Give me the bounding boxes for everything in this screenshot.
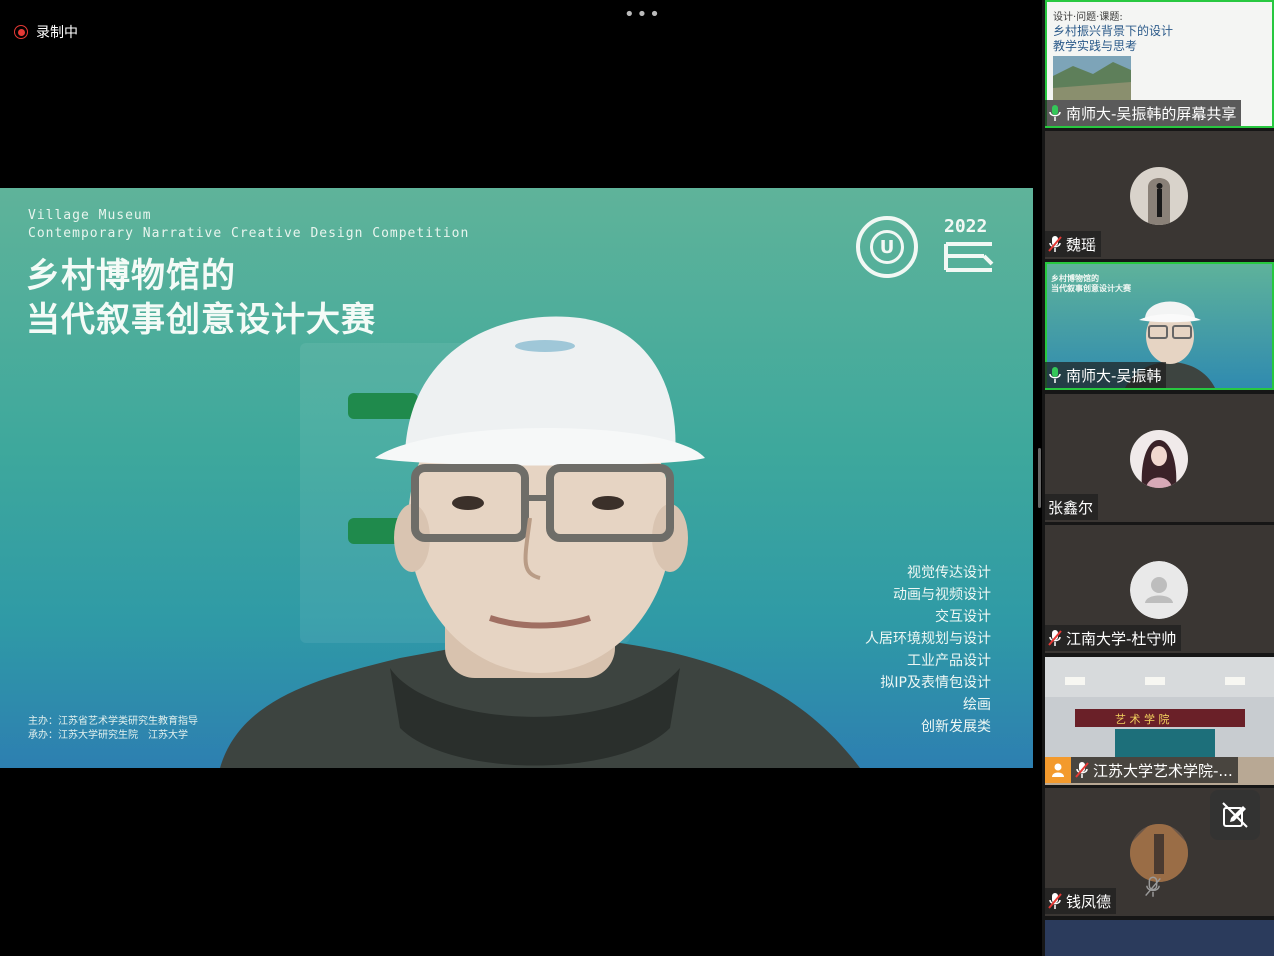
participant-name-bar: 钱凤德: [1045, 888, 1117, 914]
participant-name: 魏瑶: [1066, 235, 1097, 254]
avatar: [1130, 430, 1188, 488]
recording-label: 录制中: [36, 25, 78, 41]
room-banner-text: 艺 术 学 院: [1115, 713, 1170, 726]
mic-on-icon: [1049, 105, 1061, 121]
default-avatar-icon: [1130, 561, 1188, 619]
slide-year: 2022: [944, 216, 988, 237]
annotate-toggle-button[interactable]: [1210, 790, 1260, 840]
participant-name: 南师大-吴振韩: [1066, 366, 1162, 385]
main-video-area: 录制中 ••• Village Museum Contemporary Narr…: [0, 0, 1042, 956]
avatar: [1130, 167, 1188, 225]
speaker-figure: [220, 316, 860, 768]
participant-tile[interactable]: 江南大学-杜守帅: [1045, 525, 1274, 653]
landscape-photo: [1053, 56, 1131, 100]
participant-tile-screen-share[interactable]: 设计·问题·课题: 乡村振兴背景下的设计 教学实践与思考 南师大-吴振韩的屏幕共…: [1045, 0, 1274, 128]
participant-name-bar: 张鑫尔: [1045, 494, 1099, 520]
mic-muted-icon: [1048, 893, 1062, 909]
mic-muted-icon: [1075, 762, 1089, 778]
sidebar-scrollbar[interactable]: [1038, 448, 1041, 508]
participant-name: 江南大学-杜守帅: [1066, 629, 1177, 648]
mic-muted-icon: [1048, 630, 1062, 646]
participant-tile[interactable]: 张鑫尔: [1045, 394, 1274, 522]
more-options-icon[interactable]: •••: [624, 4, 662, 25]
mic-muted-icon: [1048, 236, 1062, 252]
record-icon: [14, 25, 28, 39]
user-icon: [1045, 757, 1071, 783]
participant-name: 张鑫尔: [1048, 498, 1094, 517]
organizer-line-2: 承办：江苏大学研究生院 江苏大学: [28, 730, 188, 741]
participant-tile-active-speaker[interactable]: 乡村博物馆的 当代叙事创意设计大赛 南师大-吴振韩: [1045, 262, 1274, 390]
recording-indicator: 录制中: [14, 22, 78, 42]
participant-name: 南师大-吴振韩的屏幕共享: [1066, 104, 1237, 123]
university-seal-logo: U: [856, 216, 918, 278]
organizer-line-1: 主办：江苏省艺术学类研究生教育指导: [28, 716, 198, 727]
screen-share-preview-line: 教学实践与思考: [1053, 39, 1138, 53]
video-preview-title: 乡村博物馆的 当代叙事创意设计大赛: [1051, 274, 1131, 293]
screen-share-preview-line: 设计·问题·课题:: [1053, 12, 1123, 23]
mic-muted-overlay-icon: [1145, 876, 1161, 897]
edit-toggle-icon: [1222, 802, 1248, 828]
participant-tile[interactable]: 魏瑶: [1045, 131, 1274, 259]
slide-en-title-2: Contemporary Narrative Creative Design C…: [28, 226, 470, 241]
slide-title-line-1: 乡村博物馆的: [26, 256, 236, 296]
participant-tile[interactable]: [1045, 920, 1274, 956]
participant-name: 江苏大学艺术学院-...: [1093, 761, 1233, 780]
speaker-video[interactable]: Village Museum Contemporary Narrative Cr…: [0, 188, 1033, 768]
avatar: [1130, 824, 1188, 882]
participant-name-bar: 南师大-吴振韩的屏幕共享: [1045, 100, 1242, 126]
participant-name-bar: 南师大-吴振韩: [1045, 362, 1167, 388]
participant-name-bar: 魏瑶: [1045, 231, 1102, 257]
participant-name-bar: 江苏大学艺术学院-...: [1045, 757, 1238, 783]
participant-name: 钱凤德: [1066, 892, 1112, 911]
competition-logo-icon: [944, 242, 994, 272]
mic-on-icon: [1049, 367, 1061, 383]
slide-en-title-1: Village Museum: [28, 208, 152, 223]
participant-tile-room[interactable]: 艺 术 学 院 江苏大学艺术学院-...: [1045, 657, 1274, 785]
participant-name-bar: 江南大学-杜守帅: [1045, 625, 1182, 651]
